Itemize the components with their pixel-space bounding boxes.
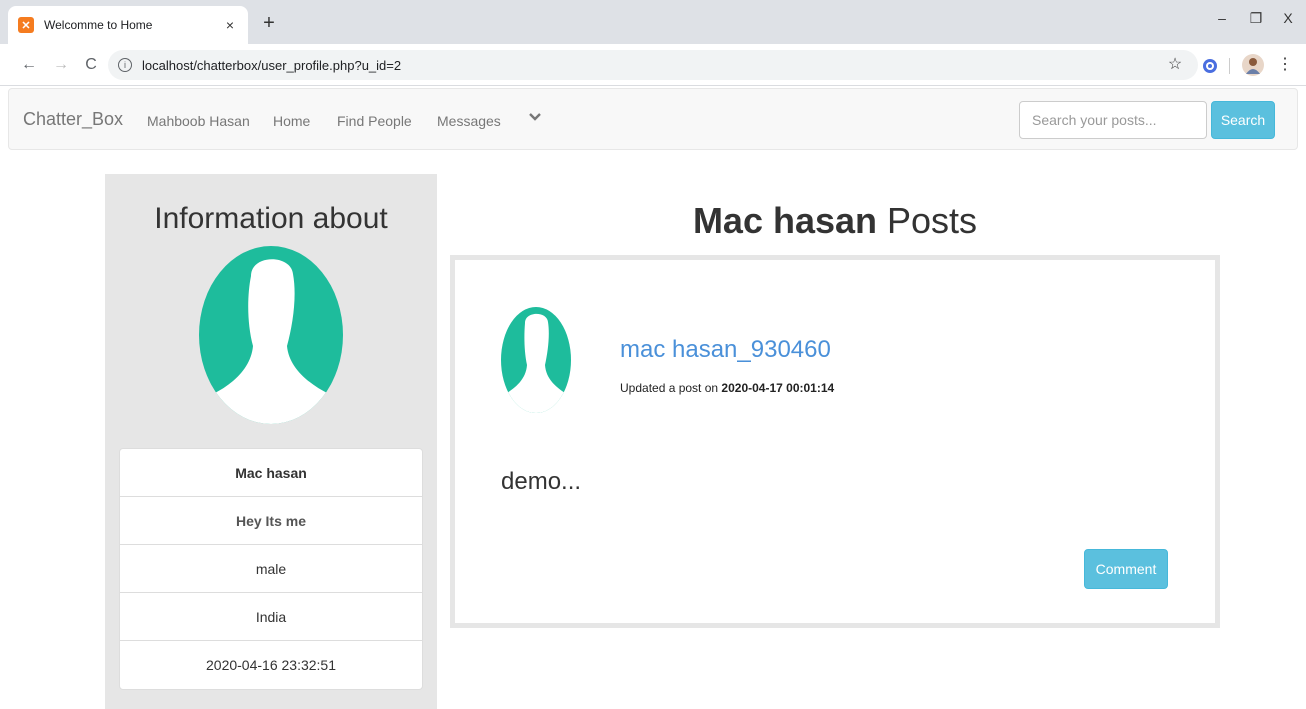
posts-heading-suffix: Posts <box>877 200 978 241</box>
post-card: mac hasan_930460 Updated a post on 2020-… <box>450 255 1220 628</box>
minimize-button[interactable]: – <box>1212 10 1232 26</box>
url-host: localhost <box>142 57 194 73</box>
user-avatar-icon <box>199 246 343 424</box>
profile-description: Hey Its me <box>120 497 422 545</box>
profile-gender: male <box>120 545 422 593</box>
new-tab-button[interactable]: + <box>258 12 280 34</box>
reload-button[interactable]: C <box>82 56 100 74</box>
posts-heading: Mac hasan Posts <box>450 200 1220 242</box>
back-button[interactable]: ← <box>20 56 38 74</box>
search-input[interactable] <box>1019 101 1207 139</box>
nav-link-find-people[interactable]: Find People <box>337 113 412 129</box>
url-path: /chatterbox/user_profile.php?u_id=2 <box>193 57 402 73</box>
post-username-link[interactable]: mac hasan_930460 <box>620 336 831 364</box>
restore-button[interactable]: ❐ <box>1246 10 1266 27</box>
post-meta: Updated a post on 2020-04-17 00:01:14 <box>620 381 834 395</box>
profile-details-list: Mac hasan Hey Its me male India 2020-04-… <box>119 448 423 690</box>
profile-name: Mac hasan <box>120 449 422 497</box>
url-field[interactable]: i localhost/chatterbox/user_profile.php?… <box>108 50 1198 80</box>
profile-info-panel: Information about Mac hasan Hey Its me m… <box>105 174 437 709</box>
forward-button[interactable]: → <box>52 56 70 74</box>
tab-title: Welcomme to Home <box>44 18 153 32</box>
address-bar-row: ← → C i localhost/chatterbox/user_profil… <box>0 44 1306 86</box>
chevron-down-icon[interactable] <box>529 111 541 125</box>
profile-avatar-icon[interactable] <box>1242 54 1264 76</box>
nav-link-messages[interactable]: Messages <box>437 113 501 129</box>
profile-join-date: 2020-04-16 23:32:51 <box>206 657 336 673</box>
xampp-favicon-icon: ✕ <box>18 17 34 33</box>
toolbar-divider <box>1229 58 1230 74</box>
posts-heading-name: Mac hasan <box>692 200 878 241</box>
extension-icon[interactable] <box>1202 58 1218 74</box>
info-heading: Information about <box>154 202 388 235</box>
nav-link-profile[interactable]: Mahboob Hasan <box>147 113 250 129</box>
window-close-button[interactable]: X <box>1278 10 1298 26</box>
brand-logo[interactable]: Chatter_Box <box>23 109 123 130</box>
site-info-icon[interactable]: i <box>118 58 132 72</box>
bookmark-star-icon[interactable]: ☆ <box>1166 56 1184 74</box>
browser-menu-icon[interactable]: ⋮ <box>1276 56 1294 74</box>
profile-country: India <box>120 593 422 641</box>
post-timestamp: 2020-04-17 00:01:14 <box>721 381 835 395</box>
comment-button[interactable]: Comment <box>1084 549 1168 589</box>
post-meta-prefix: Updated a post on <box>620 381 722 395</box>
post-avatar-icon <box>501 307 571 413</box>
browser-tab[interactable]: ✕ Welcomme to Home × <box>8 6 248 44</box>
search-button[interactable]: Search <box>1211 101 1275 139</box>
app-navbar: Chatter_Box Mahboob Hasan Home Find Peop… <box>8 88 1298 150</box>
nav-link-home[interactable]: Home <box>273 113 310 129</box>
post-content: demo... <box>501 468 582 495</box>
tab-close-icon[interactable]: × <box>222 17 238 33</box>
browser-tab-bar: ✕ Welcomme to Home × + – ❐ X <box>0 0 1306 44</box>
